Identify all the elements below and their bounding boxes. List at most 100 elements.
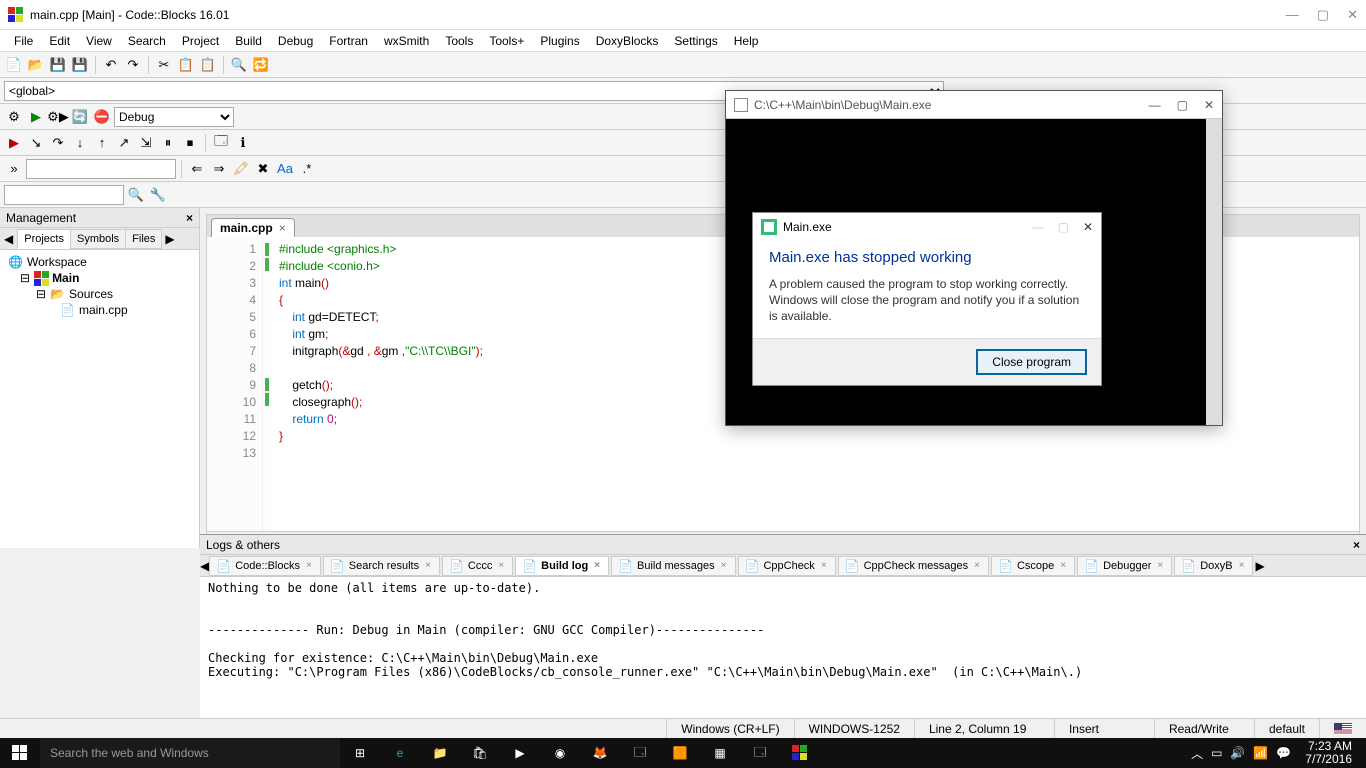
new-file-icon[interactable]: 📄: [4, 55, 24, 75]
log-tab-cppcheckmessages[interactable]: 📄CppCheck messages×: [838, 556, 989, 576]
log-tab-close-icon[interactable]: ×: [1058, 560, 1068, 571]
log-tab-close-icon[interactable]: ×: [719, 560, 729, 571]
log-tab-close-icon[interactable]: ×: [1155, 560, 1165, 571]
step-into-icon[interactable]: ↓: [70, 133, 90, 153]
options-icon[interactable]: 🔧: [148, 185, 168, 205]
tray-network-icon[interactable]: 📶: [1253, 746, 1268, 760]
menu-fortran[interactable]: Fortran: [321, 32, 376, 50]
log-tab-close-icon[interactable]: ×: [592, 560, 602, 571]
log-tab-codeblocks[interactable]: 📄Code::Blocks×: [209, 556, 321, 576]
menu-search[interactable]: Search: [120, 32, 174, 50]
build-icon[interactable]: ⚙: [4, 107, 24, 127]
search-small-icon[interactable]: 🔍: [126, 185, 146, 205]
next-icon[interactable]: ⇒: [209, 159, 229, 179]
error-close-button[interactable]: ✕: [1083, 220, 1093, 234]
menu-build[interactable]: Build: [227, 32, 270, 50]
mgmt-tab-right-icon[interactable]: ▶: [161, 230, 178, 248]
cut-icon[interactable]: ✂: [154, 55, 174, 75]
media-icon[interactable]: ▶: [500, 738, 540, 768]
menu-edit[interactable]: Edit: [41, 32, 78, 50]
tree-workspace[interactable]: 🌐Workspace: [4, 254, 195, 270]
next-line-icon[interactable]: ↷: [48, 133, 68, 153]
log-tab-close-icon[interactable]: ×: [496, 560, 506, 571]
debug-windows-icon[interactable]: 🗔: [211, 133, 231, 153]
close-button[interactable]: ✕: [1347, 7, 1358, 23]
log-tab-cscope[interactable]: 📄Cscope×: [991, 556, 1075, 576]
step-out-icon[interactable]: ↑: [92, 133, 112, 153]
menu-file[interactable]: File: [6, 32, 41, 50]
log-tab-doxyb[interactable]: 📄DoxyB×: [1174, 556, 1253, 576]
maximize-button[interactable]: ▢: [1317, 7, 1329, 23]
menu-tools+[interactable]: Tools+: [481, 32, 532, 50]
log-tab-close-icon[interactable]: ×: [1237, 560, 1247, 571]
match-case-icon[interactable]: Aa: [275, 159, 295, 179]
build-run-icon[interactable]: ⚙▶: [48, 107, 68, 127]
break-icon[interactable]: ⏸: [158, 133, 178, 153]
tree-project[interactable]: ⊟Main: [4, 270, 195, 286]
menu-settings[interactable]: Settings: [666, 32, 725, 50]
abort-icon[interactable]: ⛔: [92, 107, 112, 127]
rebuild-icon[interactable]: 🔄: [70, 107, 90, 127]
log-tab-close-icon[interactable]: ×: [423, 560, 433, 571]
debug-start-icon[interactable]: ▶: [4, 133, 24, 153]
open-file-icon[interactable]: 📂: [26, 55, 46, 75]
log-tab-close-icon[interactable]: ×: [304, 560, 314, 571]
tab-symbols[interactable]: Symbols: [70, 229, 126, 249]
app3-icon[interactable]: ▦: [700, 738, 740, 768]
goto-icon[interactable]: »: [4, 159, 24, 179]
language-flag-icon[interactable]: [1334, 723, 1352, 735]
prev-icon[interactable]: ⇐: [187, 159, 207, 179]
menu-project[interactable]: Project: [174, 32, 227, 50]
find-icon[interactable]: 🔍: [229, 55, 249, 75]
log-tab-cppcheck[interactable]: 📄CppCheck×: [738, 556, 836, 576]
undo-icon[interactable]: ↶: [101, 55, 121, 75]
store-icon[interactable]: 🛍: [460, 738, 500, 768]
minimize-button[interactable]: —: [1286, 7, 1299, 23]
regex-icon[interactable]: .*: [297, 159, 317, 179]
menu-view[interactable]: View: [78, 32, 120, 50]
log-tab-searchresults[interactable]: 📄Search results×: [323, 556, 440, 576]
explorer-icon[interactable]: 📁: [420, 738, 460, 768]
menu-tools[interactable]: Tools: [437, 32, 481, 50]
menu-plugins[interactable]: Plugins: [532, 32, 587, 50]
log-tab-close-icon[interactable]: ×: [972, 560, 982, 571]
save-icon[interactable]: 💾: [48, 55, 68, 75]
codeblocks-taskbar-icon[interactable]: [780, 738, 820, 768]
copy-icon[interactable]: 📋: [176, 55, 196, 75]
app2-icon[interactable]: 🟧: [660, 738, 700, 768]
task-view-icon[interactable]: ⊞: [340, 738, 380, 768]
taskbar-clock[interactable]: 7:23 AM7/7/2016: [1299, 740, 1358, 766]
tab-projects[interactable]: Projects: [17, 229, 71, 249]
logs-tab-left-icon[interactable]: ◀: [200, 559, 209, 573]
mgmt-tab-left-icon[interactable]: ◀: [0, 230, 17, 248]
tray-up-icon[interactable]: ︿: [1191, 745, 1203, 762]
edge-icon[interactable]: e: [380, 738, 420, 768]
app1-icon[interactable]: 🗔: [620, 738, 660, 768]
step-instr-icon[interactable]: ⇲: [136, 133, 156, 153]
taskbar-search[interactable]: Search the web and Windows: [40, 738, 340, 768]
tray-battery-icon[interactable]: ▭: [1211, 746, 1222, 760]
run-icon[interactable]: ▶: [26, 107, 46, 127]
log-tab-close-icon[interactable]: ×: [819, 560, 829, 571]
log-tab-cccc[interactable]: 📄Cccc×: [442, 556, 513, 576]
build-log-body[interactable]: Nothing to be done (all items are up-to-…: [200, 577, 1366, 738]
tree-folder-sources[interactable]: ⊟📂Sources: [4, 286, 195, 302]
start-button[interactable]: [0, 738, 40, 768]
logs-close-icon[interactable]: ×: [1353, 538, 1360, 552]
console-minimize-button[interactable]: —: [1149, 98, 1161, 112]
tree-file-maincpp[interactable]: 📄main.cpp: [4, 302, 195, 318]
log-tab-buildlog[interactable]: 📄Build log×: [515, 556, 609, 576]
menu-doxyblocks[interactable]: DoxyBlocks: [588, 32, 667, 50]
search-input[interactable]: [26, 159, 176, 179]
misc-input[interactable]: [4, 185, 124, 205]
logs-tab-right-icon[interactable]: ▶: [1255, 559, 1264, 573]
next-instr-icon[interactable]: ↗: [114, 133, 134, 153]
tray-action-center-icon[interactable]: 💬: [1276, 746, 1291, 760]
stop-debug-icon[interactable]: ⏹: [180, 133, 200, 153]
chrome-icon[interactable]: ◉: [540, 738, 580, 768]
clear-highlight-icon[interactable]: ✖: [253, 159, 273, 179]
menu-help[interactable]: Help: [726, 32, 767, 50]
highlight-icon[interactable]: 🖍: [231, 159, 251, 179]
run-to-cursor-icon[interactable]: ↘: [26, 133, 46, 153]
close-program-button[interactable]: Close program: [976, 349, 1087, 375]
